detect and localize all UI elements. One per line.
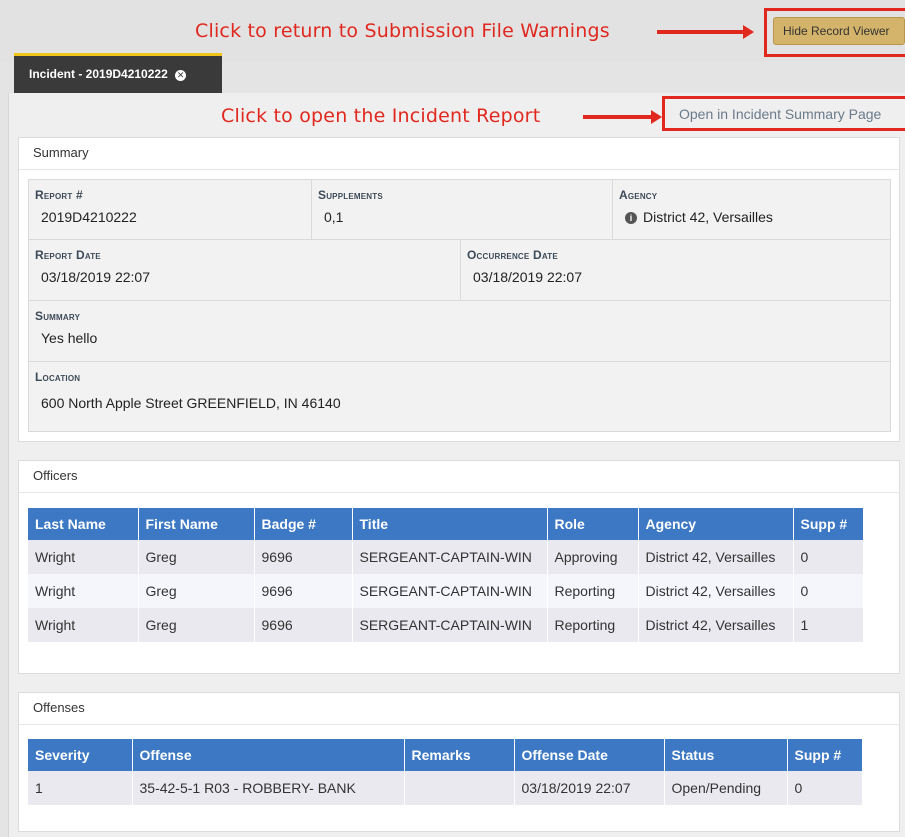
agency-field: Agency i District 42, Versailles [612,179,891,240]
occurrence-date-value: 03/18/2019 22:07 [473,269,582,285]
table-row[interactable]: 1 35-42-5-1 R03 - ROBBERY- BANK 03/18/20… [28,771,863,805]
offenses-table: Severity Offense Remarks Offense Date St… [28,739,863,805]
column-header[interactable]: Offense [132,739,405,771]
summary-heading: Summary [19,138,899,170]
table-row[interactable]: Wright Greg 9696 SERGEANT-CAPTAIN-WIN Ap… [28,540,864,574]
officers-table: Last Name First Name Badge # Title Role … [28,508,864,642]
table-cell [404,771,515,805]
table-cell: SERGEANT-CAPTAIN-WIN [352,574,548,608]
table-cell: Wright [28,574,139,608]
table-cell: 9696 [254,574,353,608]
column-header[interactable]: Severity [28,739,133,771]
table-cell: District 42, Versailles [638,608,794,642]
agency-label: Agency [619,188,658,202]
table-cell: Approving [547,540,639,574]
summary-label: Summary [35,309,81,323]
table-cell: 9696 [254,540,353,574]
column-header[interactable]: Last Name [28,508,139,540]
column-header[interactable]: Badge # [254,508,353,540]
report-number-field: Report # 2019D4210222 [28,179,312,240]
report-date-value: 03/18/2019 22:07 [41,269,150,285]
table-cell: District 42, Versailles [638,574,794,608]
table-cell: 1 [793,608,864,642]
annotation-highlight-open-link [662,96,905,131]
table-cell: Wright [28,540,139,574]
table-row[interactable]: Wright Greg 9696 SERGEANT-CAPTAIN-WIN Re… [28,608,864,642]
table-cell: 35-42-5-1 R03 - ROBBERY- BANK [132,771,405,805]
table-cell: 0 [793,574,864,608]
officers-heading: Officers [19,461,899,493]
agency-value: District 42, Versailles [643,209,773,225]
column-header[interactable]: First Name [138,508,255,540]
location-field: Location 600 North Apple Street GREENFIE… [28,361,891,432]
table-cell: Greg [138,608,255,642]
report-date-field: Report Date 03/18/2019 22:07 [28,239,461,301]
supplements-label: Supplements [318,188,383,202]
officers-header-row: Last Name First Name Badge # Title Role … [28,508,864,540]
table-cell: Open/Pending [664,771,788,805]
report-date-label: Report Date [35,248,101,262]
annotation-open-hint: Click to open the Incident Report [221,105,541,127]
offenses-panel: Offenses Severity Offense Remarks Offens… [18,692,900,832]
close-icon[interactable]: ✕ [175,70,187,81]
table-cell: 0 [793,540,864,574]
column-header[interactable]: Status [664,739,788,771]
agency-value-wrap: i District 42, Versailles [625,209,773,225]
annotation-arrow-return [657,25,754,39]
info-icon[interactable]: i [625,212,637,224]
tab-incident[interactable]: Incident - 2019D4210222 ✕ [14,53,222,93]
summary-field: Summary Yes hello [28,300,891,362]
officers-panel: Officers Last Name First Name Badge # Ti… [18,460,900,674]
offenses-heading: Offenses [19,693,899,725]
table-cell: Greg [138,574,255,608]
column-header[interactable]: Agency [638,508,794,540]
table-cell: Wright [28,608,139,642]
occurrence-date-label: Occurrence Date [467,248,558,262]
table-row[interactable]: Wright Greg 9696 SERGEANT-CAPTAIN-WIN Re… [28,574,864,608]
table-cell: Greg [138,540,255,574]
column-header[interactable]: Role [547,508,639,540]
column-header[interactable]: Supp # [787,739,863,771]
table-cell: District 42, Versailles [638,540,794,574]
report-number-label: Report # [35,188,83,202]
column-header[interactable]: Supp # [793,508,864,540]
location-value: 600 North Apple Street GREENFIELD, IN 46… [41,395,341,411]
table-cell: SERGEANT-CAPTAIN-WIN [352,608,548,642]
table-cell: Reporting [547,608,639,642]
table-cell: 03/18/2019 22:07 [514,771,665,805]
table-cell: 0 [787,771,863,805]
column-header[interactable]: Title [352,508,548,540]
offenses-header-row: Severity Offense Remarks Offense Date St… [28,739,863,771]
annotation-highlight-hide-button [764,8,905,57]
table-cell: 1 [28,771,133,805]
annotation-arrow-open [583,110,662,124]
location-label: Location [35,370,81,384]
table-cell: 9696 [254,608,353,642]
supplements-field: Supplements 0,1 [311,179,613,240]
summary-value: Yes hello [41,330,98,346]
occurrence-date-field: Occurrence Date 03/18/2019 22:07 [460,239,891,301]
column-header[interactable]: Offense Date [514,739,665,771]
table-cell: SERGEANT-CAPTAIN-WIN [352,540,548,574]
annotation-return-hint: Click to return to Submission File Warni… [195,20,610,42]
summary-panel: Summary Report # 2019D4210222 Supplement… [18,137,900,442]
table-cell: Reporting [547,574,639,608]
column-header[interactable]: Remarks [404,739,515,771]
report-number-value: 2019D4210222 [41,209,137,225]
tab-incident-label: Incident - 2019D4210222 [29,67,168,81]
supplements-value: 0,1 [324,209,344,225]
